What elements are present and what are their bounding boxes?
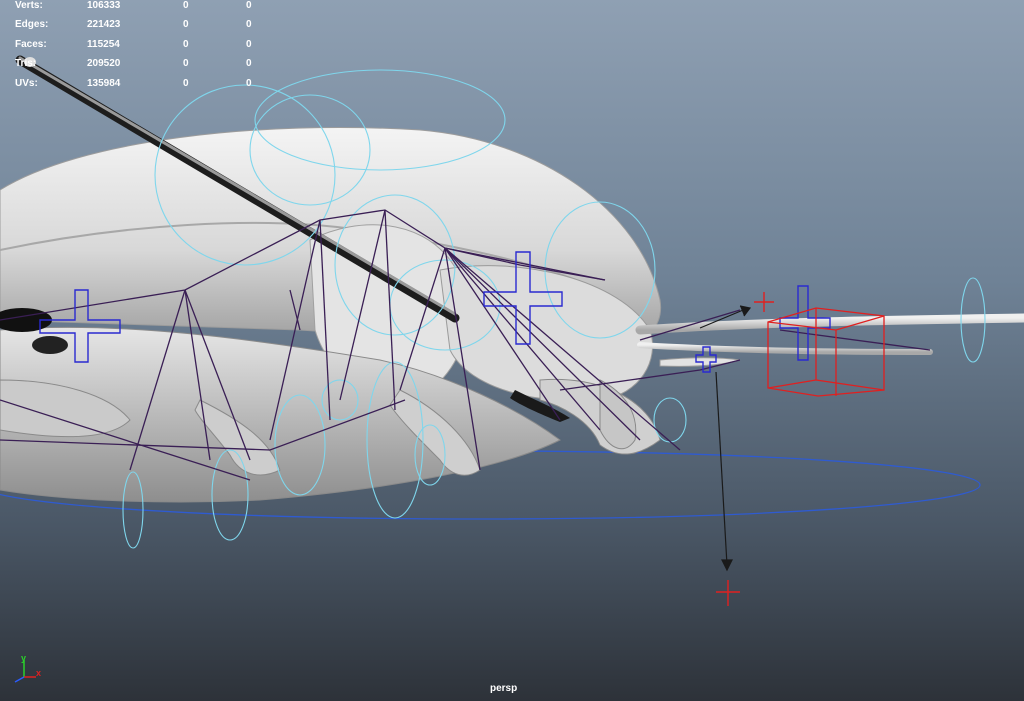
antenna-right[interactable] xyxy=(635,313,1024,367)
hud-value: 0 xyxy=(246,58,252,69)
z-axis-line xyxy=(14,676,25,683)
hud-label: Tris: xyxy=(15,58,37,69)
perspective-viewport[interactable]: Verts: 106333 0 0 Edges: 221423 0 0 Face… xyxy=(0,0,1024,701)
hud-label: Faces: xyxy=(15,39,47,50)
hud-value: 115254 xyxy=(87,39,120,50)
hud-label: Verts: xyxy=(15,0,43,11)
camera-name-label: persp xyxy=(490,683,518,694)
ctrl-circle-leg5[interactable] xyxy=(653,397,687,443)
view-axis-gizmo: y x xyxy=(14,655,41,683)
hud-label: Edges: xyxy=(15,19,49,30)
hud-label: UVs: xyxy=(15,78,38,89)
hud-value: 0 xyxy=(246,78,252,89)
y-axis-label: y xyxy=(21,655,26,663)
scene-canvas[interactable] xyxy=(0,0,1024,701)
target-marker-top[interactable] xyxy=(754,292,774,312)
hud-value: 0 xyxy=(183,19,189,30)
beetle-mesh[interactable] xyxy=(0,127,662,503)
socket-dark-2 xyxy=(32,336,68,354)
target-marker-bottom[interactable] xyxy=(716,580,740,606)
hud-value: 0 xyxy=(183,78,189,89)
hud-value: 221423 xyxy=(87,19,121,30)
x-axis-label: x xyxy=(36,668,41,678)
hud-value: 0 xyxy=(183,39,189,50)
hud-value: 0 xyxy=(246,19,252,30)
hud-value: 0 xyxy=(246,39,252,50)
hud-value: 0 xyxy=(183,58,189,69)
hud-value: 106333 xyxy=(87,0,121,11)
hud-value: 135984 xyxy=(87,78,121,89)
hud-value: 0 xyxy=(246,0,252,11)
target-markers[interactable] xyxy=(716,292,774,606)
hud-value: 0 xyxy=(183,0,189,11)
hud-value: 209520 xyxy=(87,58,121,69)
